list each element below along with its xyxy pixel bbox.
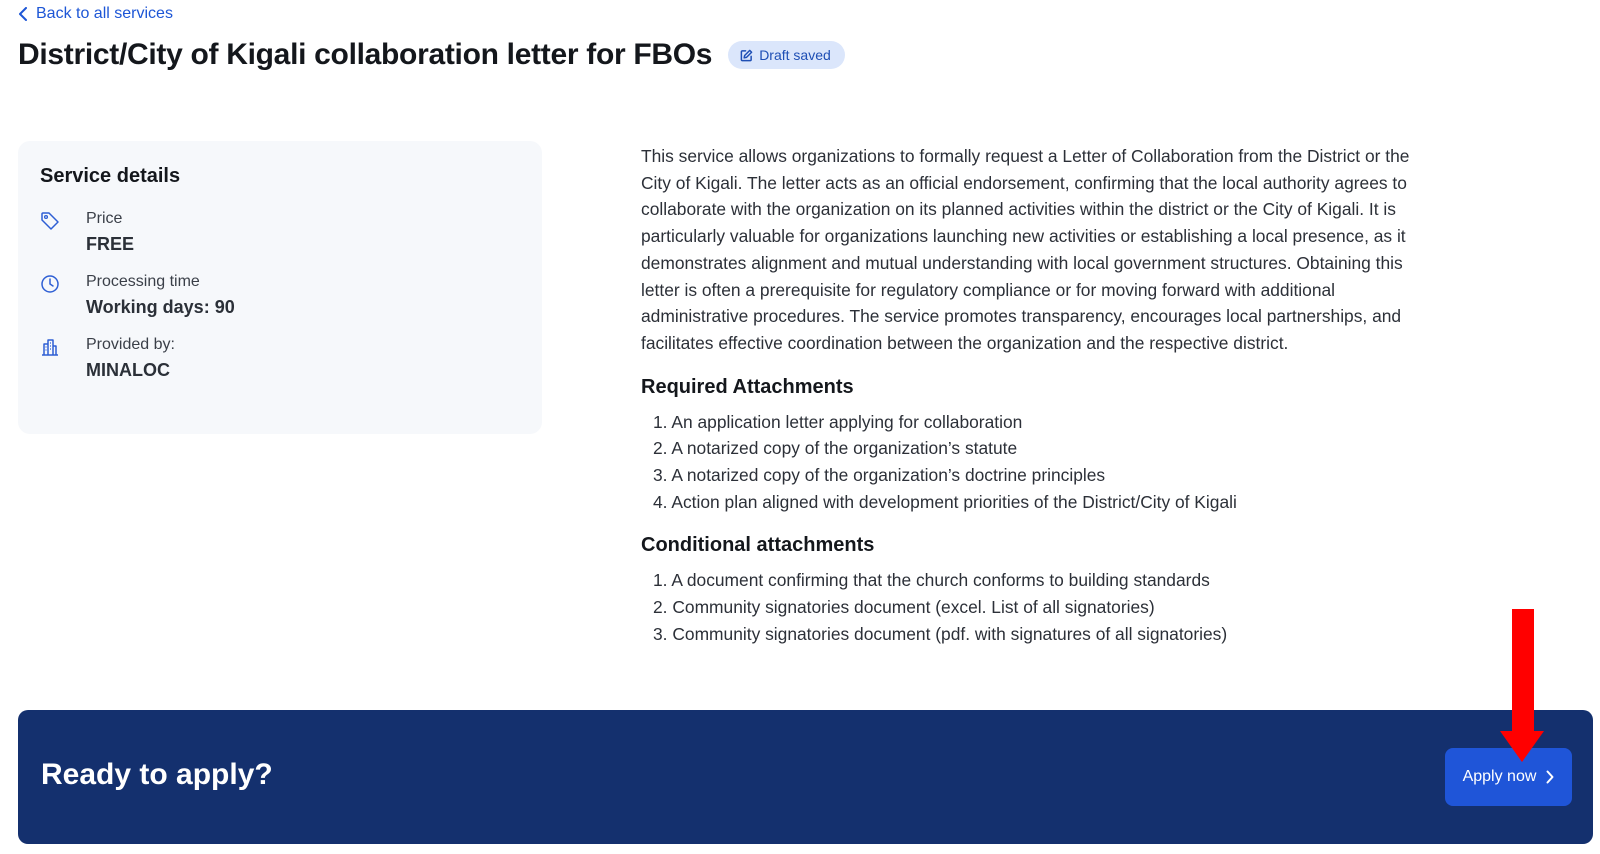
clock-icon <box>41 275 59 293</box>
list-item: 3. Community signatories document (pdf. … <box>653 623 1228 644</box>
back-to-services-link[interactable]: Back to all services <box>18 5 173 23</box>
apply-cta-banner: Ready to apply? Apply now <box>18 710 1593 844</box>
provider-detail: Provided by: MINALOC <box>40 336 520 381</box>
list-item: 3. A notarized copy of the organization’… <box>653 465 1106 486</box>
tag-icon <box>41 212 59 230</box>
provider-value: MINALOC <box>86 360 170 380</box>
cta-title: Ready to apply? <box>41 758 273 791</box>
page-title: District/City of Kigali collaboration le… <box>18 38 713 71</box>
list-item: 1. A document confirming that the church… <box>653 570 1210 591</box>
page-header: District/City of Kigali collaboration le… <box>18 38 845 72</box>
service-details-card: Service details Price FREE Processing ti… <box>18 141 542 434</box>
required-attachments-heading: Required Attachments <box>641 375 854 398</box>
edit-icon <box>740 49 753 61</box>
service-description-section: This service allows organizations to for… <box>641 143 1431 648</box>
processing-time-value: Working days: 90 <box>86 297 235 317</box>
provider-label: Provided by: <box>86 336 175 353</box>
processing-time-detail: Processing time Working days: 90 <box>40 273 520 318</box>
badge-label: Draft saved <box>759 47 831 63</box>
list-item: 4. Action plan aligned with development … <box>653 491 1237 512</box>
chevron-right-icon <box>1546 770 1554 784</box>
draft-status-badge: Draft saved <box>728 41 845 69</box>
required-attachments-list: 1. An application letter applying for co… <box>641 409 1431 516</box>
back-link-label[interactable]: Back to all services <box>36 5 173 23</box>
price-value: FREE <box>86 234 135 254</box>
list-item: 2. A notarized copy of the organization’… <box>653 438 1018 459</box>
service-description: This service allows organizations to for… <box>641 146 1410 353</box>
conditional-attachments-list: 1. A document confirming that the church… <box>641 567 1431 647</box>
price-detail: Price FREE <box>40 210 520 255</box>
conditional-attachments-heading: Conditional attachments <box>641 534 875 557</box>
building-icon <box>42 339 58 356</box>
price-label: Price <box>86 210 123 227</box>
list-item: 2. Community signatories document (excel… <box>653 597 1155 618</box>
red-arrow-annotation <box>1500 609 1544 762</box>
list-item: 1. An application letter applying for co… <box>653 411 1023 432</box>
processing-time-label: Processing time <box>86 273 200 290</box>
chevron-left-icon <box>19 7 27 21</box>
apply-button-label[interactable]: Apply now <box>1463 768 1537 786</box>
service-details-heading: Service details <box>40 165 181 187</box>
